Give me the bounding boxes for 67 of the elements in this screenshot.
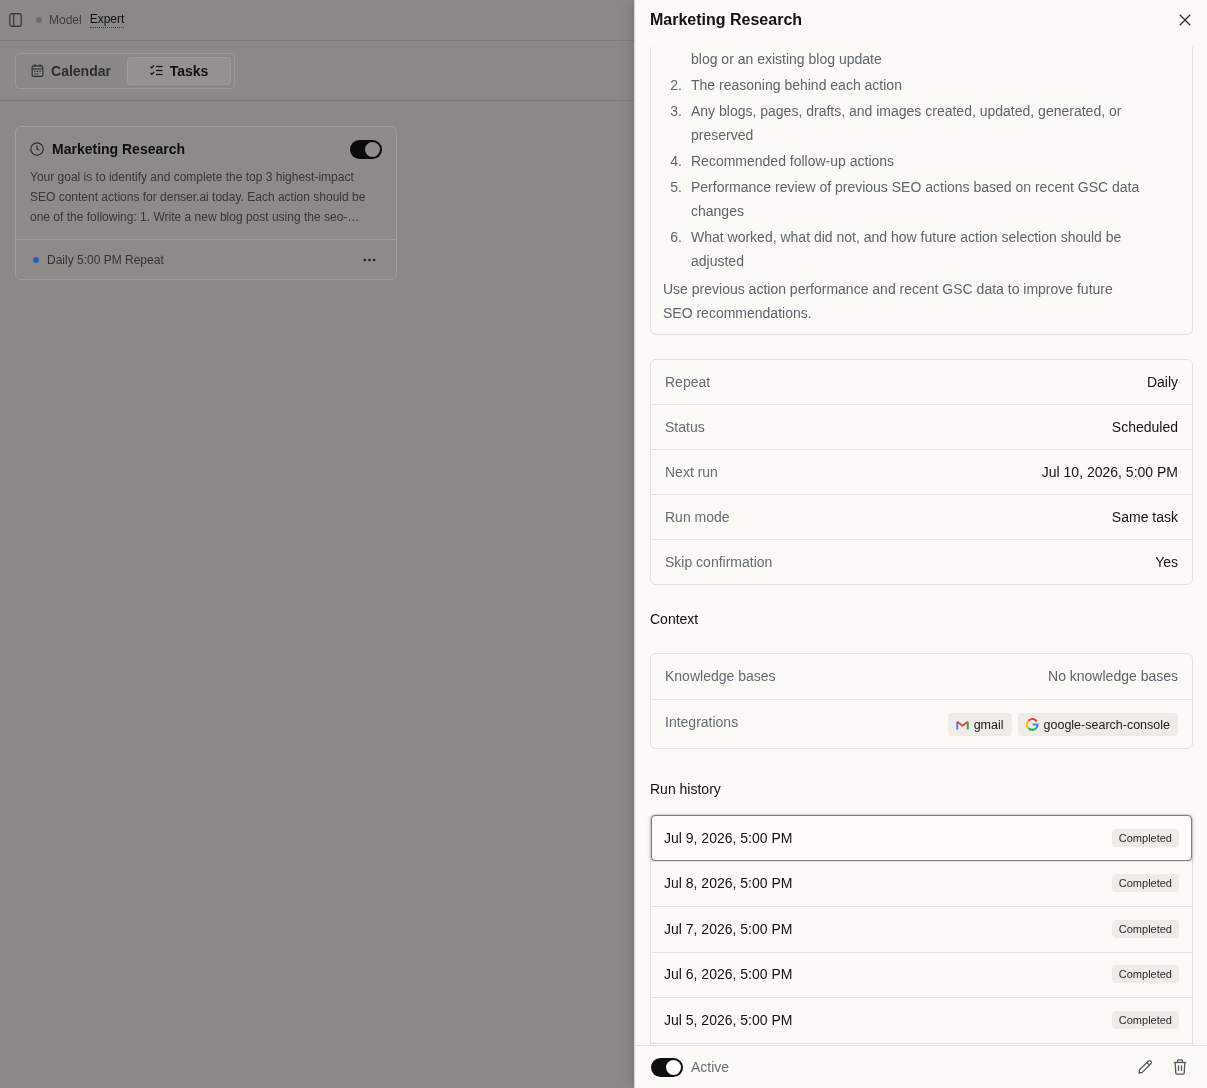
edit-button[interactable] [1137,1059,1153,1075]
clock-icon [30,142,44,156]
calendar-icon [31,64,45,77]
list-item-text: Recommended follow-up actions [691,152,896,171]
task-title: Marketing Research [52,141,187,157]
list-number: 6. [669,228,682,247]
active-label: Active [691,1059,730,1075]
list-number: 5. [669,178,682,197]
toggle-switch[interactable] [651,1057,683,1077]
status-badge: Completed [1111,874,1179,893]
list-number: 3. [669,102,682,121]
delete-button[interactable] [1173,1059,1187,1075]
sidebar-toggle-icon[interactable] [9,13,22,27]
detail-value: Daily [1146,373,1178,392]
section-heading: Run history [650,780,722,799]
detail-label: Run mode [665,508,730,527]
task-card[interactable] [15,126,397,280]
list-item-text: What worked, what did not, and how future action selection should be adjusted [691,228,1123,271]
task-schedule: Daily 5:00 PM Repeat [47,252,165,267]
run-date: Jul 5, 2026, 5:00 PM [664,1011,793,1028]
integration-name: gmail [973,717,1004,732]
letter-g-icon [1025,718,1039,731]
prompt-paragraph: Use previous action performance and recent GSC data to improve future SEO recommendations. [663,280,1114,323]
status-badge: Completed [1111,919,1179,938]
detail-value: Scheduled [1111,418,1178,437]
task-description: Your goal is to identify and complete the top 3 highest-impact SEO content actions for denser.ai today. Each action should be one of the following: 1. Write a new blog post using the seo-… [29,169,367,226]
run-date: Jul 6, 2026, 5:00 PM [664,966,793,983]
model-label: Model [49,13,82,27]
status-badge: Completed [1111,1010,1179,1029]
integration-name: google-search-console [1043,717,1170,732]
detail-label: Repeat [665,373,711,392]
drawer-title: Marketing Research [650,10,803,30]
detail-label: Next run [665,463,718,482]
detail-value: Yes [1155,553,1178,572]
mail-m-icon [955,719,969,730]
list-item-text: Any blogs, pages, drafts, and images created, updated, generated, or preserved [691,102,1123,145]
status-badge: Completed [1111,828,1179,847]
list-item-text: blog or an existing blog update [691,50,883,69]
pencil-icon [1137,1059,1153,1075]
run-date: Jul 8, 2026, 5:00 PM [664,875,793,892]
detail-value: No knowledge bases [1048,667,1178,686]
status-dot-icon [36,17,42,23]
run-date: Jul 7, 2026, 5:00 PM [664,920,793,937]
detail-label: Skip confirmation [665,553,773,572]
list-item-text: Performance review of previous SEO actions based on recent GSC data changes [691,178,1141,221]
detail-label: Status [665,418,705,437]
detail-value: Same task [1111,508,1178,527]
view-tab[interactable]: Calendar [19,56,123,85]
list-item-text: The reasoning behind each action [691,76,903,95]
list-number: 2. [669,76,682,95]
close-button[interactable] [1178,13,1192,27]
model-selector[interactable]: Expert [89,12,125,28]
detail-value: Jul 10, 2026, 5:00 PM [1041,463,1178,482]
checklist-icon [149,64,163,77]
detail-label: Knowledge bases [665,667,776,686]
status-badge: Completed [1111,965,1179,984]
status-dot-icon [33,256,39,263]
detail-label: Integrations [665,713,739,732]
run-history-row[interactable]: Jul 9, 2026, 5:00 PM Completed [651,815,1192,861]
close-icon [1179,14,1191,26]
trash-icon [1173,1059,1187,1075]
section-heading: Context [650,610,700,629]
list-number: 4. [669,152,682,171]
toggle-switch[interactable] [350,139,382,159]
view-tab[interactable]: Tasks [127,56,231,85]
run-date: Jul 9, 2026, 5:00 PM [664,829,793,846]
more-icon [362,257,376,262]
